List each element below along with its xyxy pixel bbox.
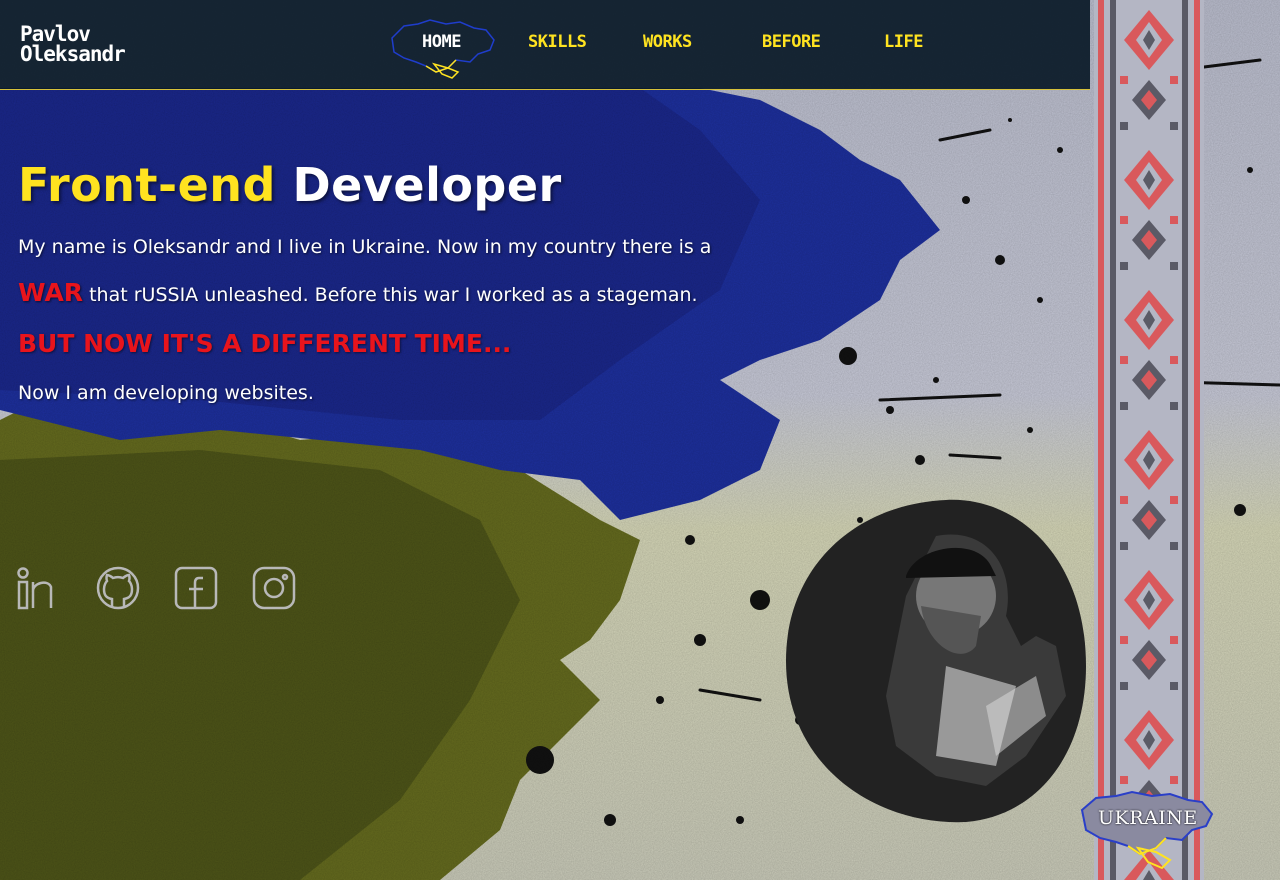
top-navigation-bar: Pavlov Oleksandr HOME SKILLS WORKS BEFOR… (0, 0, 1090, 90)
nav-home[interactable]: HOME (422, 32, 461, 52)
hero-title: Front-end Developer (18, 158, 562, 212)
nav-works[interactable]: WORKS (643, 32, 692, 52)
facebook-icon[interactable] (173, 565, 219, 611)
nav-before[interactable]: BEFORE (762, 32, 821, 52)
ukraine-map-badge (1080, 790, 1214, 870)
github-icon[interactable] (95, 565, 141, 611)
instagram-icon[interactable] (251, 565, 297, 611)
nav-skills[interactable]: SKILLS (528, 32, 587, 52)
different-time-text: BUT NOW IT'S A DIFFERENT TIME... (18, 329, 512, 358)
linkedin-icon[interactable] (16, 565, 62, 611)
site-logo[interactable]: Pavlov Oleksandr (20, 22, 126, 66)
vyshyvanka-ornament (1094, 0, 1204, 880)
hero-title-rest: Developer (292, 158, 562, 212)
avatar-portrait (786, 499, 1086, 823)
ukraine-badge-label: UKRAINE (1098, 807, 1198, 829)
hero-intro-line-3: Now I am developing websites. (18, 382, 314, 404)
nav-life[interactable]: LIFE (884, 32, 923, 52)
logo-line-1: Pavlov (20, 22, 91, 46)
hero-intro-line-2: WAR that rUSSIA unleashed. Before this w… (18, 278, 698, 307)
hero-title-highlight: Front-end (18, 158, 276, 212)
hero-intro-line-2-rest: that rUSSIA unleashed. Before this war I… (89, 284, 698, 306)
logo-line-2: Oleksandr (20, 42, 126, 66)
hero-intro-line-1: My name is Oleksandr and I live in Ukrai… (18, 236, 712, 258)
war-word: WAR (18, 278, 84, 307)
